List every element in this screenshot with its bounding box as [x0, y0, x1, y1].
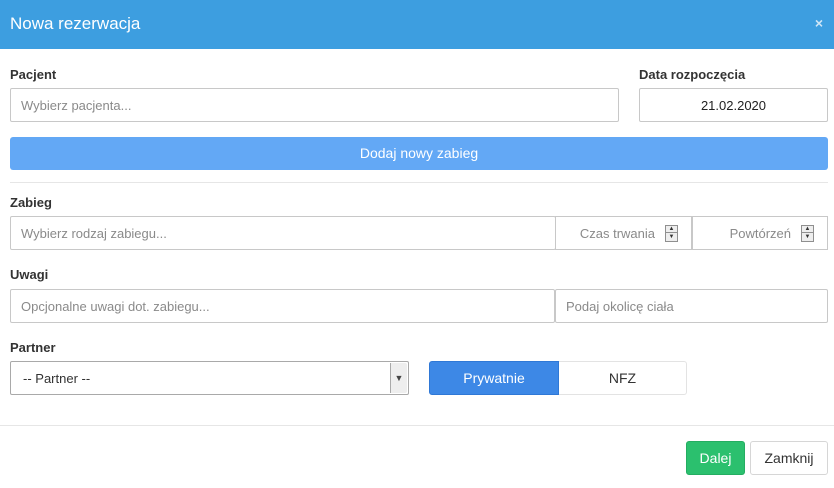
repetitions-input[interactable]: Powtórzeń ▲ ▼: [692, 216, 828, 250]
treatment-label: Zabieg: [10, 195, 52, 210]
treatment-type-input[interactable]: [10, 216, 556, 250]
patient-input[interactable]: [10, 88, 619, 122]
spinner-down-icon[interactable]: ▼: [666, 234, 677, 241]
start-date-input[interactable]: [639, 88, 828, 122]
close-button[interactable]: Zamknij: [750, 441, 828, 475]
modal-header: Nowa rezerwacja ×: [0, 0, 834, 49]
duration-placeholder: Czas trwania: [579, 226, 655, 241]
spinner-up-icon[interactable]: ▲: [666, 226, 677, 233]
close-icon[interactable]: ×: [812, 14, 826, 32]
notes-label: Uwagi: [10, 267, 49, 282]
spinner-up-icon[interactable]: ▲: [802, 226, 813, 233]
repetitions-placeholder: Powtórzeń: [729, 226, 791, 241]
section-divider: [10, 182, 828, 183]
payment-private-button[interactable]: Prywatnie: [429, 361, 559, 395]
modal-title: Nowa rezerwacja: [10, 14, 141, 33]
spinner-arrows-icon[interactable]: ▲ ▼: [665, 225, 678, 242]
start-date-label: Data rozpoczęcia: [639, 67, 746, 82]
partner-select[interactable]: -- Partner -- ▼: [10, 361, 409, 395]
partner-select-value: -- Partner --: [23, 371, 91, 386]
notes-input[interactable]: [10, 289, 555, 323]
chevron-down-icon[interactable]: ▼: [390, 363, 407, 393]
patient-label: Pacjent: [10, 67, 57, 82]
footer-divider: [0, 425, 834, 426]
partner-label: Partner: [10, 340, 56, 355]
spinner-down-icon[interactable]: ▼: [802, 234, 813, 241]
payment-nfz-button[interactable]: NFZ: [559, 361, 687, 395]
spinner-arrows-icon[interactable]: ▲ ▼: [801, 225, 814, 242]
add-treatment-button[interactable]: Dodaj nowy zabieg: [10, 137, 828, 170]
duration-input[interactable]: Czas trwania ▲ ▼: [555, 216, 692, 250]
body-area-input[interactable]: [555, 289, 828, 323]
next-button[interactable]: Dalej: [686, 441, 745, 475]
